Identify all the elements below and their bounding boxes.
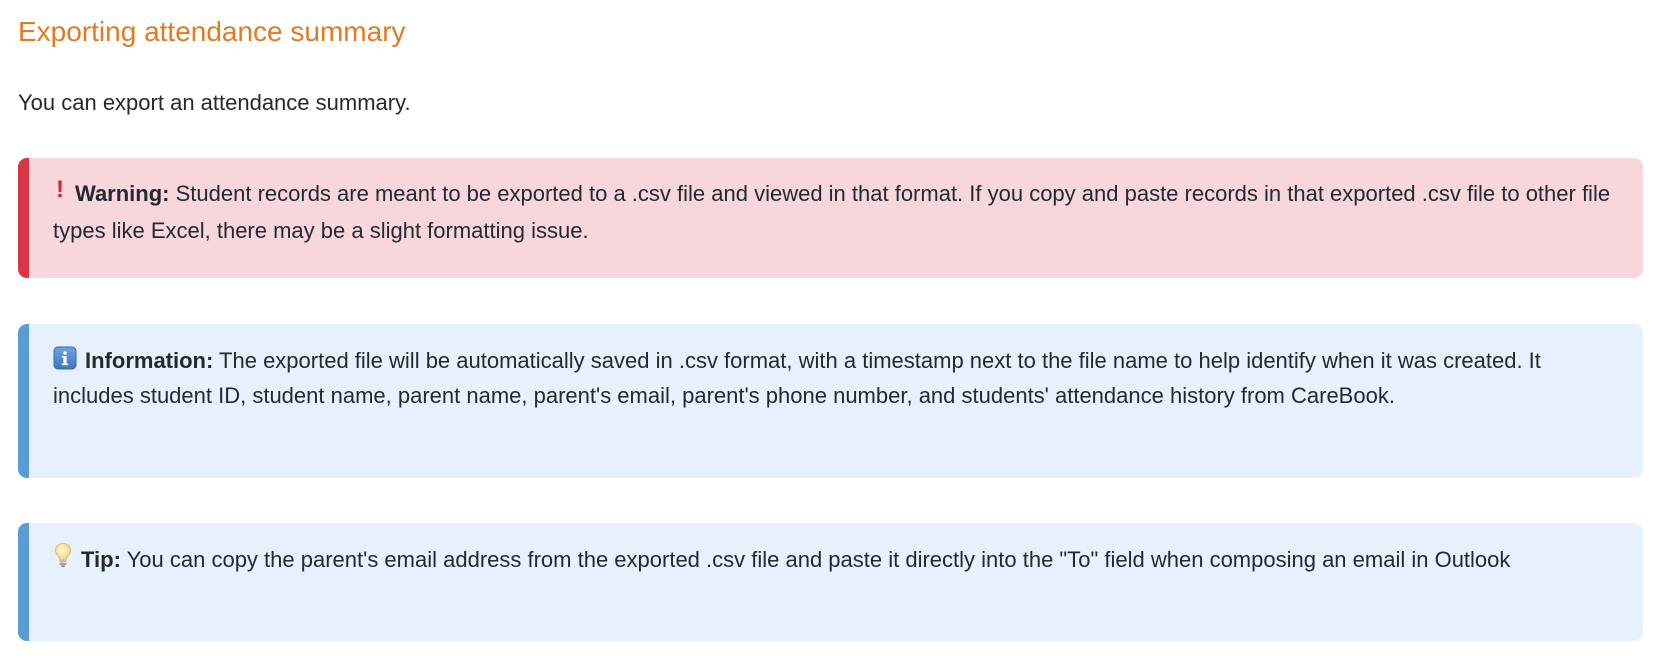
information-label: Information: bbox=[85, 348, 214, 373]
warning-label: Warning: bbox=[75, 181, 170, 206]
information-callout: Information: The exported file will be a… bbox=[18, 324, 1643, 478]
tip-callout: Tip: You can copy the parent's email add… bbox=[18, 523, 1643, 641]
page-title: Exporting attendance summary bbox=[18, 16, 406, 47]
tip-label: Tip: bbox=[81, 547, 121, 572]
tip-body: Tip: You can copy the parent's email add… bbox=[53, 542, 1619, 577]
warning-accent-bar bbox=[18, 158, 29, 278]
warning-text: Student records are meant to be exported… bbox=[53, 181, 1611, 243]
warning-callout: ! Warning: Student records are meant to b… bbox=[18, 158, 1643, 278]
tip-accent-bar bbox=[18, 523, 29, 641]
intro-paragraph: You can export an attendance summary. bbox=[18, 90, 411, 115]
lightbulb-icon bbox=[55, 543, 71, 568]
information-accent-bar bbox=[18, 324, 29, 478]
warning-body: ! Warning: Student records are meant to b… bbox=[53, 176, 1619, 248]
information-body: Information: The exported file will be a… bbox=[53, 343, 1619, 413]
article: Exporting attendance summary You can exp… bbox=[0, 0, 1653, 663]
info-icon bbox=[53, 346, 77, 370]
tip-text: You can copy the parent's email address … bbox=[126, 547, 1511, 572]
information-text: The exported file will be automatically … bbox=[53, 348, 1541, 408]
exclamation-icon: ! bbox=[56, 175, 64, 203]
